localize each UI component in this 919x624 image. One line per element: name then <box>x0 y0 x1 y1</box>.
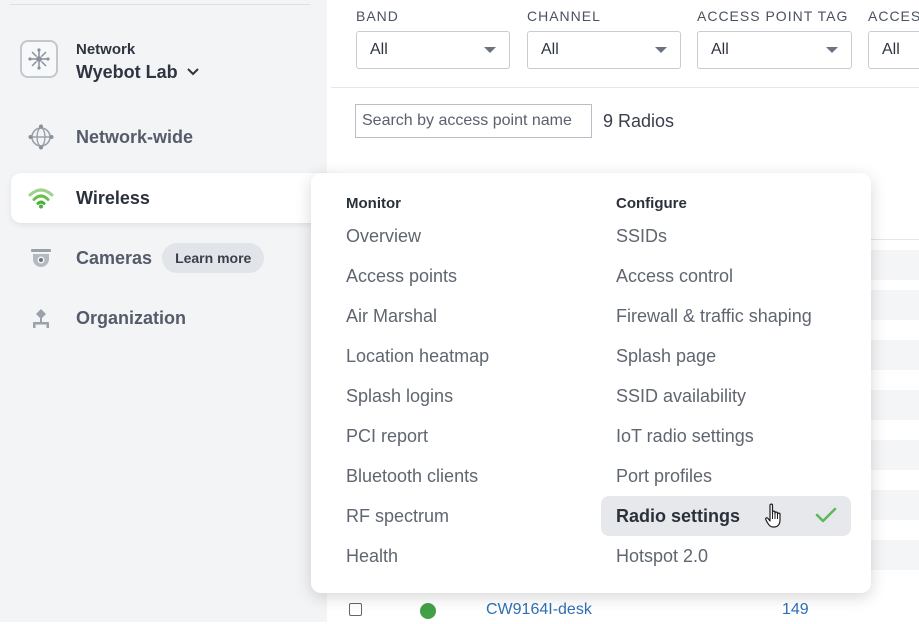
status-dot <box>420 603 436 619</box>
configure-column: Configure SSIDs Access control Firewall … <box>601 191 851 576</box>
divider <box>10 4 310 5</box>
learn-more-badge[interactable]: Learn more <box>162 243 265 273</box>
filter-label: ACCESS <box>868 8 919 24</box>
caret-down-icon <box>655 47 667 53</box>
configure-heading: Configure <box>616 195 687 212</box>
sidebar-item-label: Wireless <box>76 187 150 208</box>
hand-cursor-icon <box>765 503 781 528</box>
menu-item-bluetooth-clients[interactable]: Bluetooth clients <box>346 456 489 496</box>
band-select[interactable]: All <box>356 31 510 69</box>
menu-item-rf-spectrum[interactable]: RF spectrum <box>346 496 489 536</box>
menu-item-location-heatmap[interactable]: Location heatmap <box>346 336 489 376</box>
menu-item-firewall-traffic-shaping[interactable]: Firewall & traffic shaping <box>616 296 851 336</box>
select-value: All <box>370 41 388 58</box>
checkmark-icon <box>815 507 837 523</box>
table-row: CW9164I-desk 149 <box>331 596 919 624</box>
select-value: All <box>541 41 559 58</box>
filter-label: BAND <box>356 8 399 24</box>
filter-access: ACCESS All <box>868 8 919 69</box>
menu-item-splash-logins[interactable]: Splash logins <box>346 376 489 416</box>
organization-icon <box>26 303 56 333</box>
menu-item-hotspot-2-0[interactable]: Hotspot 2.0 <box>616 536 851 576</box>
camera-icon <box>26 243 56 273</box>
menu-item-access-points[interactable]: Access points <box>346 256 489 296</box>
network-selector[interactable]: Network Wyebot Lab <box>20 40 199 85</box>
sidebar-item-wireless[interactable]: Wireless <box>11 173 341 223</box>
filter-channel: CHANNEL All <box>527 8 681 69</box>
network-icon <box>20 40 58 78</box>
search-input[interactable] <box>355 104 592 138</box>
menu-item-pci-report[interactable]: PCI report <box>346 416 489 456</box>
select-value: All <box>882 41 900 58</box>
sidebar: Network Wyebot Lab Network-wide Wireless… <box>0 0 341 622</box>
network-name-text: Wyebot Lab <box>76 62 178 82</box>
sidebar-item-cameras[interactable]: Cameras Learn more <box>11 233 341 283</box>
wifi-icon <box>26 183 56 213</box>
row-checkbox[interactable] <box>349 603 362 616</box>
filter-label: CHANNEL <box>527 8 601 24</box>
menu-item-port-profiles[interactable]: Port profiles <box>616 456 851 496</box>
menu-item-splash-page[interactable]: Splash page <box>616 336 851 376</box>
sidebar-item-label: Organization <box>76 307 187 328</box>
wireless-dropdown-menu: Monitor Overview Access points Air Marsh… <box>311 173 871 593</box>
caret-down-icon <box>484 47 496 53</box>
menu-item-overview[interactable]: Overview <box>346 216 489 256</box>
filter-label: ACCESS POINT TAG <box>697 8 849 24</box>
network-label: Network <box>76 41 136 58</box>
divider <box>331 87 919 88</box>
menu-item-access-control[interactable]: Access control <box>616 256 851 296</box>
menu-item-label: Radio settings <box>616 506 741 526</box>
menu-item-ssid-availability[interactable]: SSID availability <box>616 376 851 416</box>
sidebar-item-label: Cameras <box>76 247 153 268</box>
chevron-down-icon <box>186 68 199 76</box>
filter-access-point-tag: ACCESS POINT TAG All <box>697 8 852 69</box>
sidebar-item-label: Network-wide <box>76 126 194 147</box>
filter-band: BAND All <box>356 8 510 69</box>
select-value: All <box>711 41 729 58</box>
channel-value: 149 <box>782 601 809 618</box>
access-select[interactable]: All <box>868 31 919 69</box>
globe-network-icon <box>26 122 56 152</box>
access-point-tag-select[interactable]: All <box>697 31 852 69</box>
menu-item-iot-radio-settings[interactable]: IoT radio settings <box>616 416 851 456</box>
menu-item-ssids[interactable]: SSIDs <box>616 216 851 256</box>
channel-select[interactable]: All <box>527 31 681 69</box>
menu-item-air-marshal[interactable]: Air Marshal <box>346 296 489 336</box>
caret-down-icon <box>826 47 838 53</box>
sidebar-item-network-wide[interactable]: Network-wide <box>11 112 341 162</box>
network-name[interactable]: Wyebot Lab <box>76 59 199 85</box>
access-point-link[interactable]: CW9164I-desk <box>486 601 592 619</box>
monitor-column: Monitor Overview Access points Air Marsh… <box>346 191 489 576</box>
monitor-heading: Monitor <box>346 195 401 212</box>
radio-count: 9 Radios <box>603 111 675 131</box>
menu-item-radio-settings[interactable]: Radio settings <box>601 496 851 536</box>
menu-item-health[interactable]: Health <box>346 536 489 576</box>
sidebar-item-organization[interactable]: Organization <box>11 293 341 343</box>
